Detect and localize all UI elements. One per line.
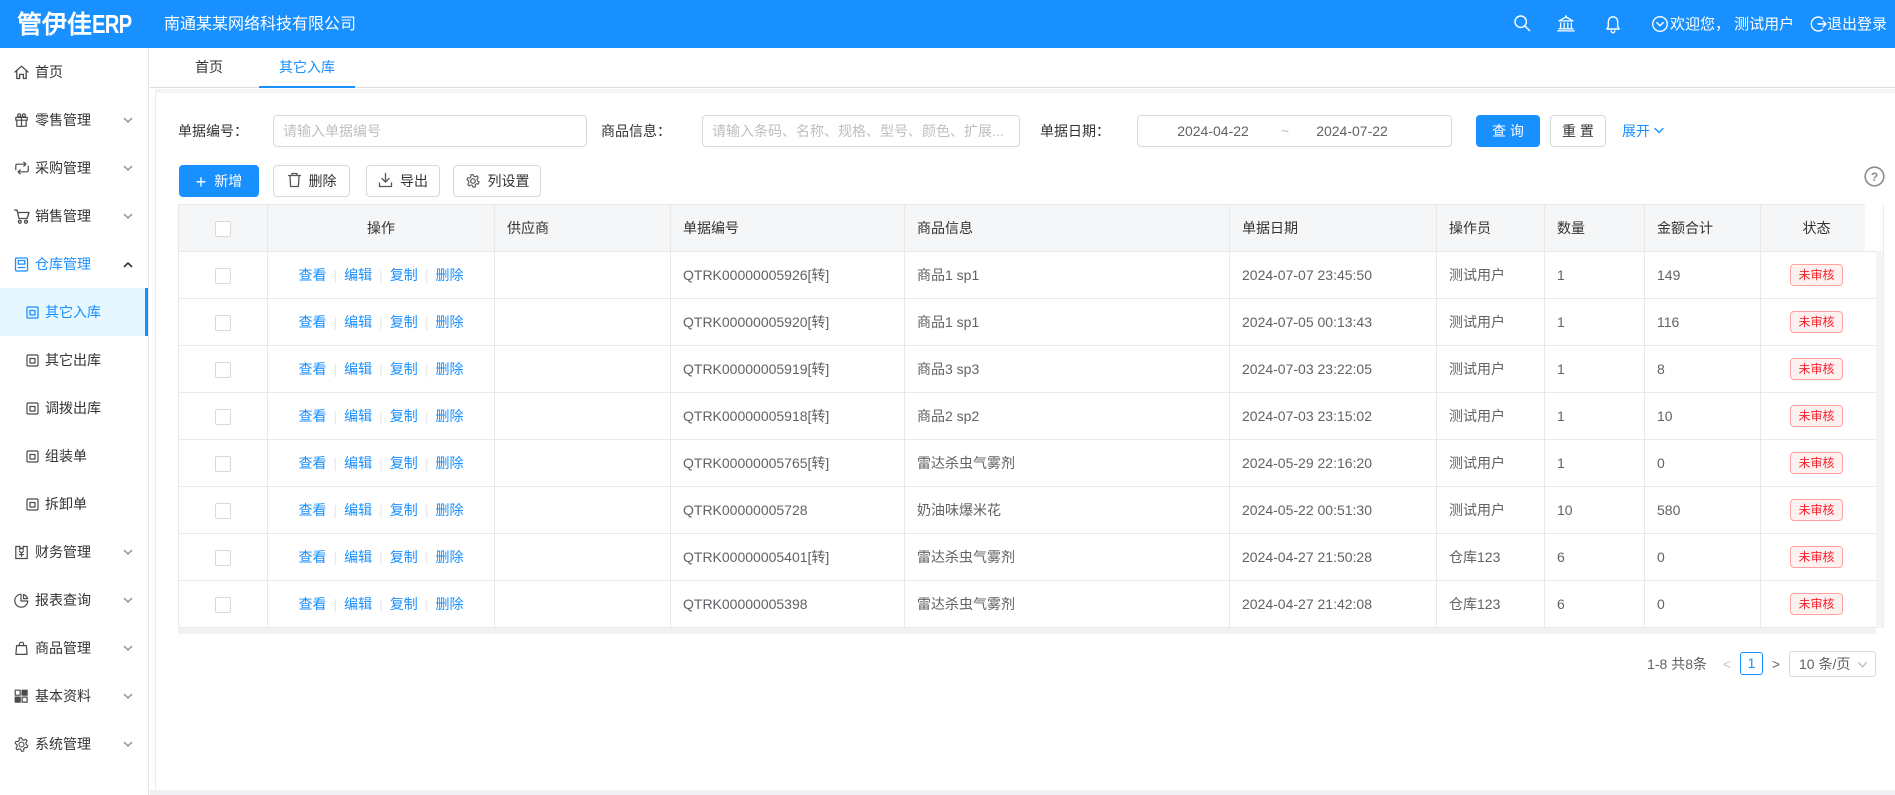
svg-text:?: ? (1871, 170, 1878, 184)
